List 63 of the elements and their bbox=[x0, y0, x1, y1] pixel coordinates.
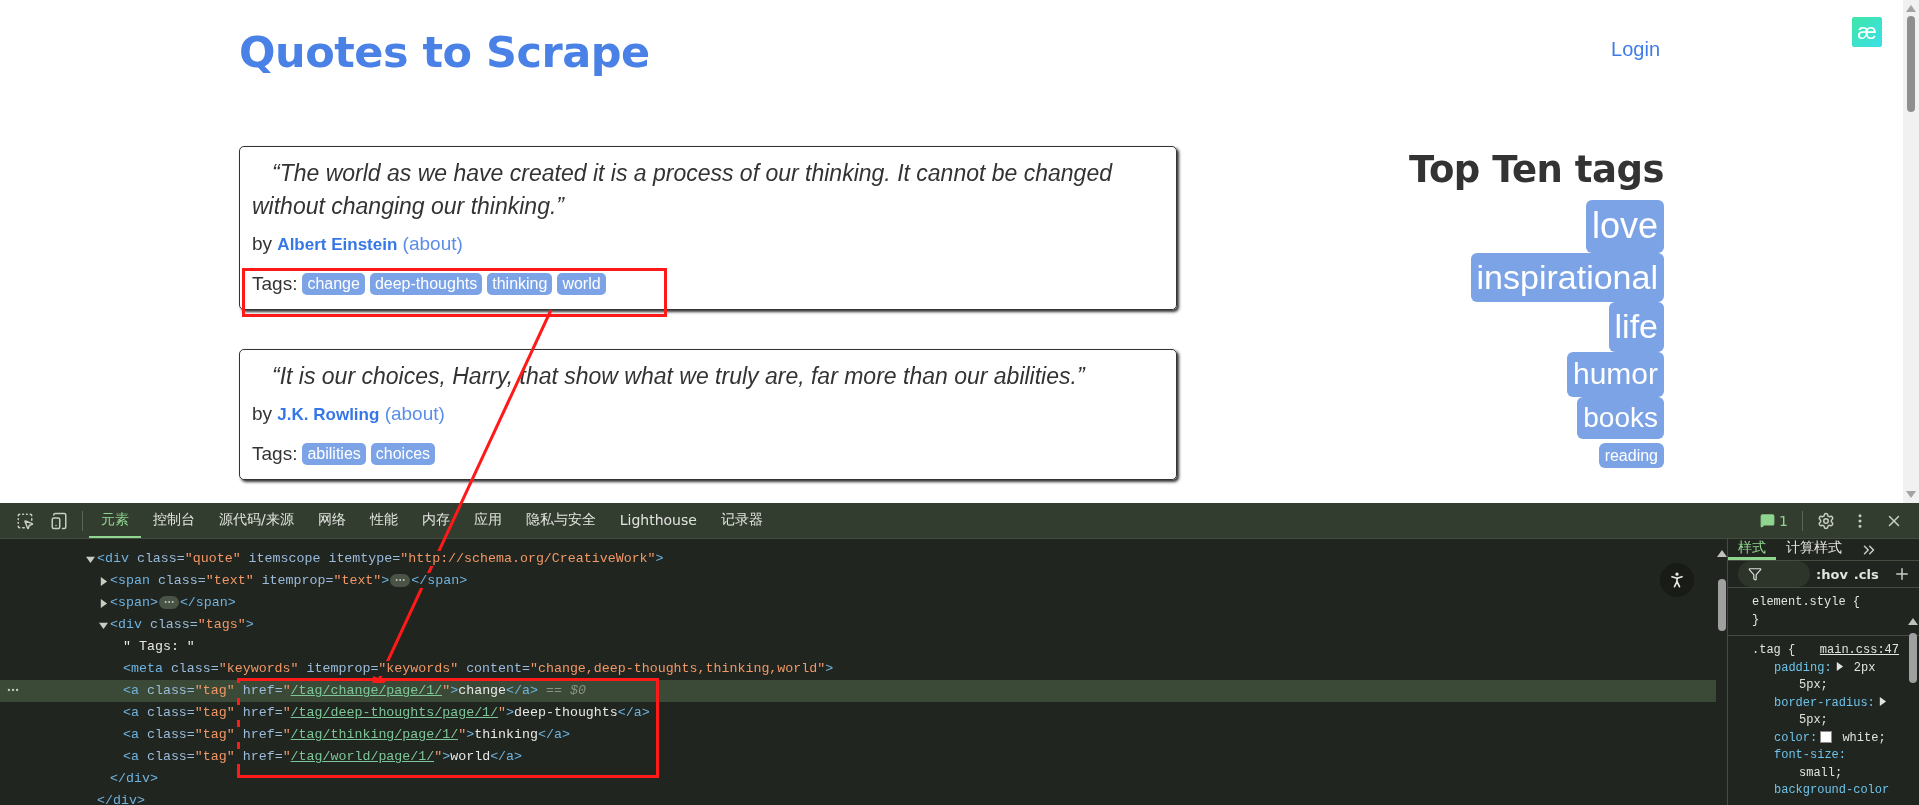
devtools-tab[interactable]: 源代码/来源 bbox=[207, 503, 306, 538]
dom-node-line[interactable]: <span> </span> bbox=[0, 592, 1716, 614]
devtools-tab[interactable]: 元素 bbox=[89, 503, 141, 538]
login-link[interactable]: Login bbox=[1611, 38, 1660, 61]
tags-label: Tags: bbox=[252, 273, 298, 295]
quote-text: “The world as we have created it is a process of our thinking. It cannot be changed without changing our thinking.” bbox=[252, 159, 1114, 221]
scrollbar-thumb[interactable] bbox=[1717, 579, 1726, 631]
dom-node-line[interactable]: <div class="quote" itemscope itemtype="http://schema.org/CreativeWork"> bbox=[0, 548, 1716, 570]
dom-node-line[interactable]: </div> bbox=[0, 768, 1716, 790]
dom-node-line[interactable]: " Tags: " bbox=[0, 636, 1716, 658]
devtools-tab[interactable]: 性能 bbox=[357, 503, 410, 538]
dom-node-line[interactable]: <span class="text" itemprop="text"> </span> bbox=[0, 570, 1716, 592]
expand-triangle-icon[interactable] bbox=[1834, 661, 1844, 671]
by-label: by bbox=[252, 403, 273, 424]
filter-toggle[interactable]: .cls bbox=[1853, 566, 1879, 582]
scrollbar-thumb[interactable] bbox=[1909, 633, 1917, 683]
top-tags-heading: Top Ten tags bbox=[1409, 147, 1664, 193]
css-declaration: color: white; bbox=[1774, 729, 1887, 747]
issues-button[interactable]: 1 bbox=[1752, 512, 1796, 529]
devtools-tab[interactable]: 控制台 bbox=[141, 503, 207, 538]
collapsed-content-icon[interactable] bbox=[158, 596, 179, 609]
scroll-up-icon[interactable] bbox=[1908, 617, 1918, 625]
expand-triangle-icon[interactable] bbox=[99, 599, 108, 608]
author-name[interactable]: J.K. Rowling bbox=[277, 405, 380, 424]
dom-node-line[interactable]: <a class="tag" href="/tag/deep-thoughts/page/1/">deep-thoughts</a> bbox=[0, 702, 1716, 724]
quote-text: “It is our choices, Harry, that show what we truly are, far more than our abilities.” bbox=[271, 362, 1087, 391]
devtools-tab[interactable]: 隐私与安全 bbox=[513, 503, 608, 538]
expand-triangle-icon[interactable] bbox=[99, 621, 108, 630]
devtools-tab[interactable]: 记录器 bbox=[708, 503, 775, 538]
dom-node-line[interactable]: <a class="tag" href="/tag/world/page/1/">world</a> bbox=[0, 746, 1716, 768]
devtools-tab[interactable]: 内存 bbox=[409, 503, 462, 538]
source-link[interactable]: main.css:47 bbox=[1819, 642, 1899, 660]
devtools-tab[interactable]: 应用 bbox=[461, 503, 514, 538]
dom-node-line[interactable]: <a class="tag" href="/tag/thinking/page/1/">thinking</a> bbox=[0, 724, 1716, 746]
site-title[interactable]: Quotes to Scrape bbox=[239, 26, 650, 78]
filter-icon bbox=[1748, 567, 1762, 581]
scroll-up-icon[interactable] bbox=[1716, 549, 1727, 557]
devtools-tab[interactable]: Lighthouse bbox=[607, 503, 709, 538]
styles-tab[interactable]: 计算样式 bbox=[1776, 539, 1852, 560]
filter-toggle[interactable]: :hov bbox=[1816, 566, 1848, 582]
dom-node-line[interactable]: </div> bbox=[0, 790, 1716, 805]
scrollbar-thumb[interactable] bbox=[1907, 16, 1915, 112]
expand-triangle-icon[interactable] bbox=[86, 555, 95, 564]
collapsed-content-icon[interactable] bbox=[390, 574, 411, 587]
dom-node-line[interactable]: <meta class="keywords" itemprop="keywords" content="change,deep-thoughts,thinking,world"> bbox=[0, 658, 1716, 680]
dom-node-line[interactable]: <div class="tags"> bbox=[0, 614, 1716, 636]
author-name[interactable]: Albert Einstein bbox=[277, 235, 398, 254]
color-swatch[interactable] bbox=[1820, 731, 1833, 744]
css-declaration: font-size: small; bbox=[1774, 747, 1847, 782]
accessibility-button[interactable] bbox=[1660, 563, 1694, 597]
devtools-tab[interactable]: 网络 bbox=[305, 503, 358, 538]
filter-field[interactable] bbox=[1738, 561, 1810, 587]
by-label: by bbox=[252, 233, 273, 254]
rule-selector: .tag { bbox=[1752, 642, 1796, 659]
rule-close: } bbox=[1752, 612, 1760, 627]
expand-triangle-icon[interactable] bbox=[1877, 696, 1887, 706]
css-declaration: border-radius: 5px; bbox=[1774, 694, 1894, 730]
message-icon bbox=[1760, 513, 1776, 528]
tags-label: Tags: bbox=[252, 443, 298, 465]
css-declaration: background-color bbox=[1774, 782, 1891, 799]
rule-selector: element.style { bbox=[1752, 594, 1861, 611]
expand-triangle-icon[interactable] bbox=[99, 577, 108, 586]
css-declaration: padding: 2px 5px; bbox=[1774, 659, 1877, 694]
